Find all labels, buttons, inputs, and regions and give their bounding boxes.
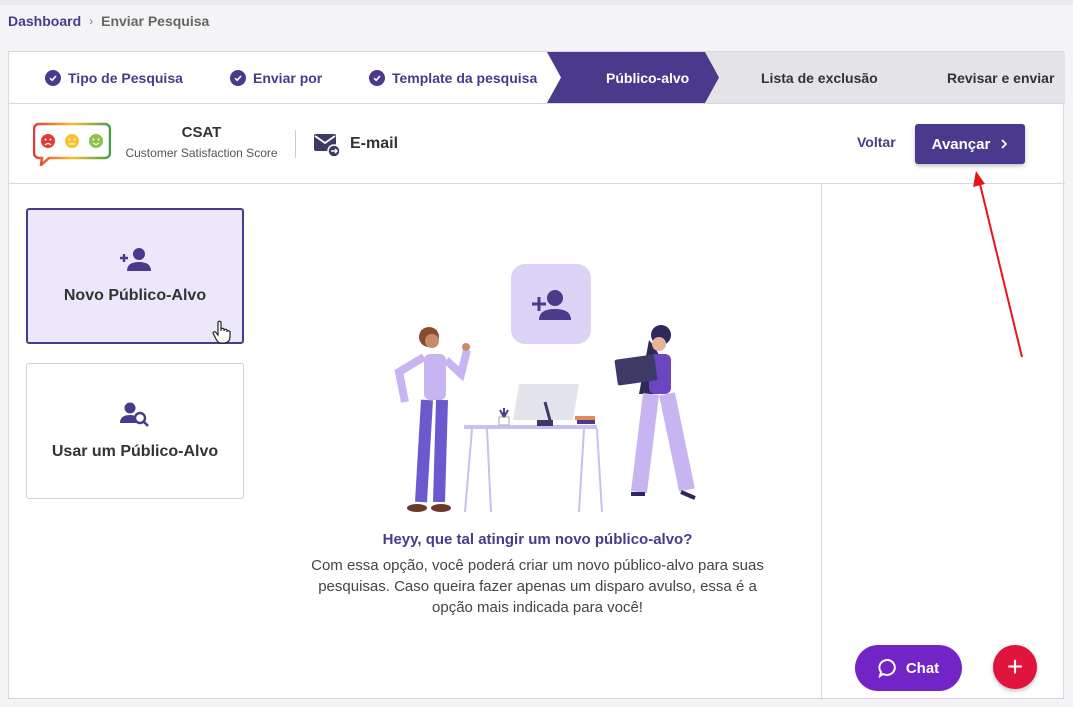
- step-label: Revisar e enviar: [947, 69, 1055, 86]
- channel-label: E-mail: [350, 135, 399, 152]
- survey-header: CSAT Customer Satisfaction Score E-mail …: [9, 104, 1065, 184]
- step-label: Lista de exclusão: [761, 69, 878, 86]
- next-button[interactable]: Avançar: [915, 124, 1025, 164]
- breadcrumb-dashboard-link[interactable]: Dashboard: [8, 13, 81, 29]
- add-fab-button[interactable]: +: [993, 645, 1037, 689]
- back-button[interactable]: Voltar: [857, 134, 896, 150]
- header-divider: [295, 130, 296, 158]
- message-title: Heyy, que tal atingir um novo público-al…: [382, 531, 693, 548]
- step-enviar-por[interactable]: Enviar por: [230, 52, 322, 103]
- audience-illustration: [394, 264, 696, 513]
- step-label: Enviar por: [253, 69, 323, 86]
- breadcrumb-current: Enviar Pesquisa: [101, 13, 210, 29]
- wizard-stepper: Tipo de Pesquisa Enviar por Template da …: [9, 52, 1065, 104]
- chevron-right-icon: [1001, 139, 1008, 149]
- option-label: Novo Público-Alvo: [63, 287, 207, 304]
- survey-type-title: CSAT: [181, 124, 222, 141]
- use-audience-option[interactable]: Usar um Público-Alvo: [26, 363, 244, 499]
- wizard-card: Tipo de Pesquisa Enviar por Template da …: [8, 51, 1065, 700]
- survey-type-description: Customer Satisfaction Score: [125, 146, 278, 160]
- next-button-label: Avançar: [931, 135, 991, 153]
- check-circle-icon: [45, 69, 61, 86]
- chat-label: Chat: [905, 659, 940, 677]
- breadcrumb: Dashboard › Enviar Pesquisa: [8, 13, 209, 29]
- option-label: Usar um Público-Alvo: [51, 443, 219, 460]
- step-lista-de-exclusao[interactable]: Lista de exclusão: [761, 52, 878, 103]
- step-publico-alvo[interactable]: Público-alvo: [606, 52, 689, 103]
- top-bar: [0, 0, 1073, 5]
- message-body: Com essa opção, você poderá criar um nov…: [311, 557, 764, 616]
- add-person-icon: [120, 248, 151, 271]
- step-label: Tipo de Pesquisa: [68, 69, 183, 86]
- chat-button[interactable]: Chat: [855, 645, 962, 691]
- step-label: Público-alvo: [606, 69, 690, 86]
- step-revisar-e-enviar[interactable]: Revisar e enviar: [947, 52, 1054, 103]
- email-send-icon: [314, 134, 341, 158]
- step-template-da-pesquisa[interactable]: Template da pesquisa: [369, 52, 537, 103]
- check-circle-icon: [230, 69, 246, 86]
- check-circle-icon: [369, 69, 385, 86]
- chat-bubble-icon: [878, 659, 896, 678]
- chevron-right-icon: ›: [89, 14, 94, 28]
- plus-icon: +: [1006, 651, 1024, 682]
- step-tipo-de-pesquisa[interactable]: Tipo de Pesquisa: [45, 52, 183, 103]
- sidebar-divider: [821, 184, 822, 700]
- step-label: Template da pesquisa: [392, 69, 538, 86]
- hand-cursor-icon: [212, 320, 231, 344]
- csat-logo-icon: [33, 122, 111, 166]
- search-person-icon: [120, 402, 149, 427]
